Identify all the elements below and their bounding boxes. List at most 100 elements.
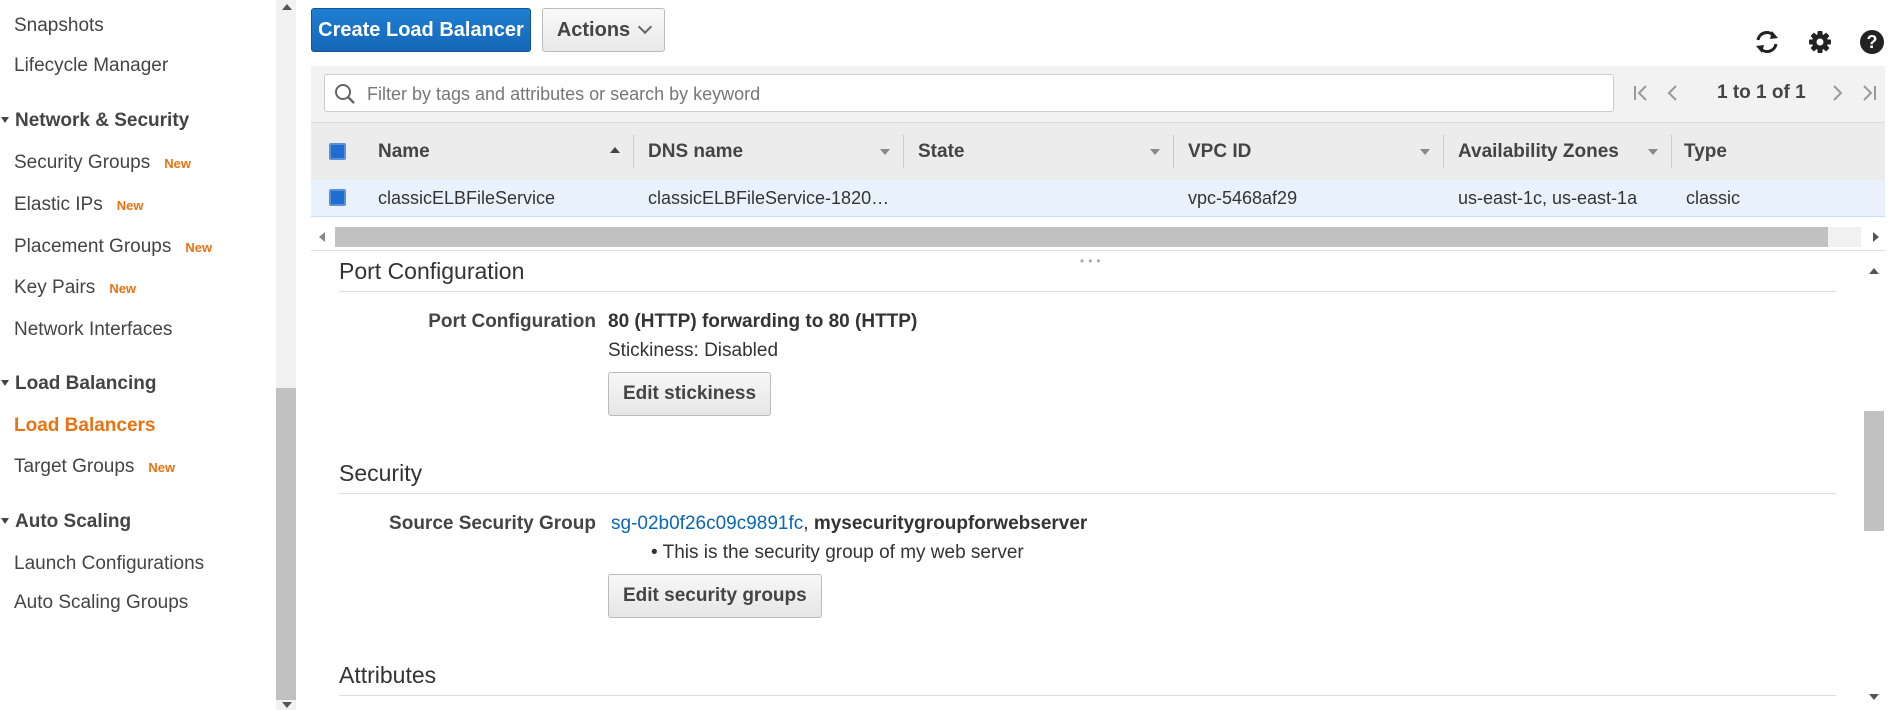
sidebar-item-label: Launch Configurations (14, 553, 205, 574)
filter-bar: 1 to 1 of 1 (311, 66, 1885, 123)
table-header: Name DNS name State VPC ID Availability … (311, 122, 1885, 181)
sidebar-section-auto-scaling[interactable]: Auto Scaling (0, 511, 131, 533)
column-header-type[interactable]: Type (1672, 123, 1872, 180)
sort-icon (1648, 149, 1658, 155)
edit-security-groups-button[interactable]: Edit security groups (608, 574, 822, 618)
pagination: 1 to 1 of 1 (1631, 66, 1881, 122)
sidebar-item-label: Security Groups (14, 152, 151, 173)
source-security-group-label: Source Security Group (389, 513, 596, 534)
cell-availability-zones: us-east-1c, us-east-1a (1458, 187, 1638, 208)
security-group-name: mysecuritygroupforwebserver (813, 513, 1088, 534)
next-page-icon[interactable] (1827, 83, 1847, 103)
actions-dropdown-button[interactable]: Actions (542, 8, 665, 52)
details-vertical-scrollbar[interactable] (1862, 258, 1886, 710)
sidebar-item-target-groups[interactable]: Target Groups New (14, 456, 175, 478)
sidebar-item-elastic-ips[interactable]: Elastic IPs New (14, 194, 143, 216)
sidebar-item-load-balancers[interactable]: Load Balancers (14, 415, 156, 437)
column-label: State (918, 140, 965, 162)
sidebar-item-launch-configurations[interactable]: Launch Configurations (14, 553, 204, 575)
source-security-group-value: sg-02b0f26c09c9891fc, mysecuritygroupfor… (611, 513, 1087, 535)
divider (339, 695, 1836, 696)
security-group-note: • This is the security group of my web s… (651, 542, 1024, 563)
scroll-up-icon[interactable] (1869, 268, 1879, 274)
table-horizontal-scrollbar[interactable] (311, 224, 1885, 251)
column-header-dns-name[interactable]: DNS name (634, 123, 904, 180)
scrollbar-thumb[interactable] (276, 388, 296, 700)
sort-icon (1150, 149, 1160, 155)
new-badge: New (116, 198, 144, 213)
sidebar-item-label: Lifecycle Manager (14, 55, 169, 76)
scroll-right-icon[interactable] (1873, 232, 1879, 242)
scroll-left-icon[interactable] (319, 232, 325, 242)
refresh-icon[interactable] (1753, 28, 1781, 56)
details-panel: Port Configuration Port Configuration 80… (311, 258, 1861, 710)
separator: , (803, 513, 809, 534)
sidebar-section-label: Network & Security (15, 110, 190, 131)
button-label: Create Load Balancer (318, 18, 524, 41)
sidebar-item-label: Snapshots (14, 15, 104, 36)
column-header-name[interactable]: Name (364, 123, 634, 180)
new-badge: New (185, 240, 213, 255)
button-label: Edit security groups (623, 585, 807, 606)
sidebar-scrollbar[interactable] (276, 0, 296, 710)
create-load-balancer-button[interactable]: Create Load Balancer (311, 8, 531, 52)
last-page-icon[interactable] (1859, 83, 1879, 103)
search-input[interactable] (365, 75, 1609, 113)
edit-stickiness-button[interactable]: Edit stickiness (608, 372, 772, 416)
sidebar-item-network-interfaces[interactable]: Network Interfaces (14, 319, 172, 341)
sidebar-section-network-security[interactable]: Network & Security (0, 110, 189, 132)
scroll-up-icon[interactable] (282, 4, 292, 10)
scroll-down-icon[interactable] (282, 702, 292, 708)
caret-down-icon (1, 517, 9, 524)
row-checkbox[interactable] (329, 189, 346, 206)
first-page-icon[interactable] (1631, 83, 1651, 103)
sidebar-item-label: Load Balancers (14, 415, 156, 436)
gear-icon[interactable] (1806, 28, 1834, 56)
divider (339, 493, 1836, 494)
sort-icon (1420, 149, 1430, 155)
column-header-state[interactable]: State (904, 123, 1174, 180)
column-label: DNS name (648, 140, 744, 162)
sidebar-section-load-balancing[interactable]: Load Balancing (0, 373, 156, 395)
caret-down-icon (1, 379, 9, 386)
pagination-text: 1 to 1 of 1 (1717, 82, 1806, 103)
caret-down-icon (1, 116, 9, 123)
column-label: Type (1684, 140, 1727, 162)
sidebar-item-placement-groups[interactable]: Placement Groups New (14, 236, 212, 258)
column-header-vpc-id[interactable]: VPC ID (1174, 123, 1444, 180)
sidebar-item-snapshots[interactable]: Snapshots (14, 15, 104, 37)
sidebar-item-security-groups[interactable]: Security Groups New (14, 152, 191, 174)
select-all-checkbox[interactable] (329, 143, 346, 160)
help-icon[interactable]: ? (1858, 28, 1886, 56)
cell-dns-name: classicELBFileService-1820… (648, 187, 890, 208)
cell-vpc-id: vpc-5468af29 (1188, 187, 1298, 208)
scrollbar-thumb[interactable] (335, 227, 1828, 247)
sort-ascending-icon (610, 147, 620, 153)
sidebar-item-label: Placement Groups (14, 236, 172, 257)
scrollbar-thumb[interactable] (1864, 411, 1884, 531)
security-group-link[interactable]: sg-02b0f26c09c9891fc (611, 513, 803, 534)
column-header-availability-zones[interactable]: Availability Zones (1444, 123, 1672, 180)
cell-name: classicELBFileService (378, 187, 556, 208)
sidebar-item-label: Auto Scaling Groups (14, 592, 189, 613)
sidebar-item-key-pairs[interactable]: Key Pairs New (14, 277, 136, 299)
sidebar-item-auto-scaling-groups[interactable]: Auto Scaling Groups (14, 592, 188, 614)
previous-page-icon[interactable] (1663, 83, 1683, 103)
search-icon (335, 84, 355, 104)
sidebar-section-label: Auto Scaling (15, 511, 132, 532)
new-badge: New (164, 156, 191, 171)
sidebar-item-lifecycle-manager[interactable]: Lifecycle Manager (14, 55, 168, 77)
sidebar-section-label: Load Balancing (15, 373, 157, 394)
section-title-port-configuration: Port Configuration (339, 258, 525, 284)
table-row[interactable]: classicELBFileService classicELBFileServ… (311, 180, 1885, 217)
search-box (324, 74, 1614, 113)
divider (339, 291, 1836, 292)
chevron-down-icon (638, 19, 653, 35)
scroll-down-icon[interactable] (1869, 694, 1879, 700)
new-badge: New (148, 460, 176, 475)
sidebar-item-label: Network Interfaces (14, 319, 173, 340)
stickiness-value: Stickiness: Disabled (608, 340, 779, 361)
cell-type: classic (1686, 187, 1741, 208)
sidebar: Snapshots Lifecycle Manager Network & Se… (0, 0, 277, 710)
button-label: Edit stickiness (623, 383, 757, 404)
